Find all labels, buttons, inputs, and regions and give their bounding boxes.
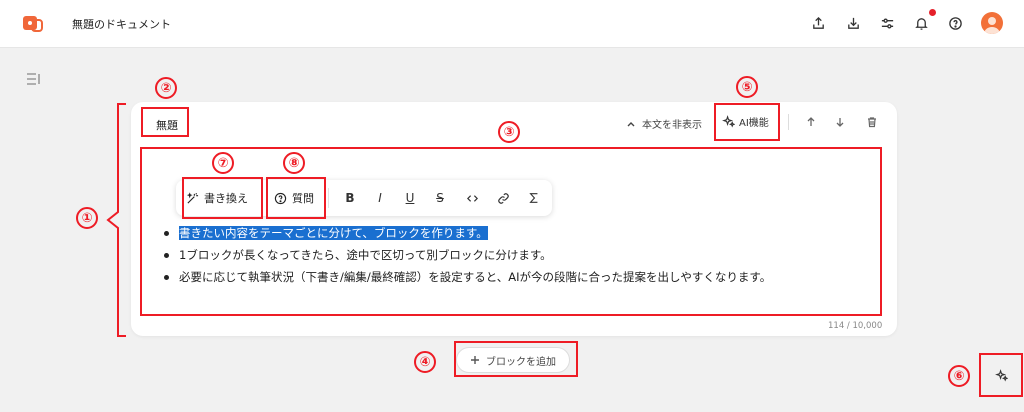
annotation-marker-2: ② [155, 77, 177, 99]
annotation-box-7 [182, 177, 263, 219]
trash-icon[interactable] [865, 115, 879, 129]
annotation-box-3 [140, 147, 882, 316]
bell-icon[interactable] [911, 13, 931, 33]
notification-badge [929, 9, 936, 16]
document-title[interactable]: 無題のドキュメント [72, 16, 171, 32]
annotation-marker-8: ⑧ [283, 152, 305, 174]
move-up-icon[interactable] [804, 115, 818, 129]
annotation-marker-5: ⑤ [736, 76, 758, 98]
settings-sliders-icon[interactable] [877, 13, 897, 33]
annotation-box-4 [454, 341, 578, 377]
chevron-up-icon [627, 121, 635, 126]
annotation-box-6 [979, 353, 1023, 397]
share-icon[interactable] [808, 13, 828, 33]
annotation-marker-1: ① [76, 207, 98, 229]
divider [788, 114, 789, 130]
top-bar: 無題のドキュメント [0, 0, 1024, 48]
download-icon[interactable] [843, 13, 863, 33]
annotation-marker-6: ⑥ [948, 365, 970, 387]
hide-body-button[interactable]: 本文を非表示 [626, 116, 702, 131]
annotation-box-8 [266, 177, 326, 219]
move-down-icon[interactable] [833, 115, 847, 129]
app-logo-icon[interactable] [22, 14, 44, 34]
avatar[interactable] [981, 12, 1003, 34]
annotation-box-5 [714, 103, 780, 141]
outline-toggle-icon[interactable] [26, 72, 42, 86]
character-counter: 114 / 10,000 [828, 321, 883, 331]
annotation-marker-7: ⑦ [212, 152, 234, 174]
annotation-box-2 [141, 107, 189, 137]
help-icon[interactable] [945, 13, 965, 33]
annotation-marker-4: ④ [414, 351, 436, 373]
annotation-brace [106, 103, 126, 337]
hide-body-label: 本文を非表示 [642, 120, 702, 131]
annotation-marker-3: ③ [498, 121, 520, 143]
